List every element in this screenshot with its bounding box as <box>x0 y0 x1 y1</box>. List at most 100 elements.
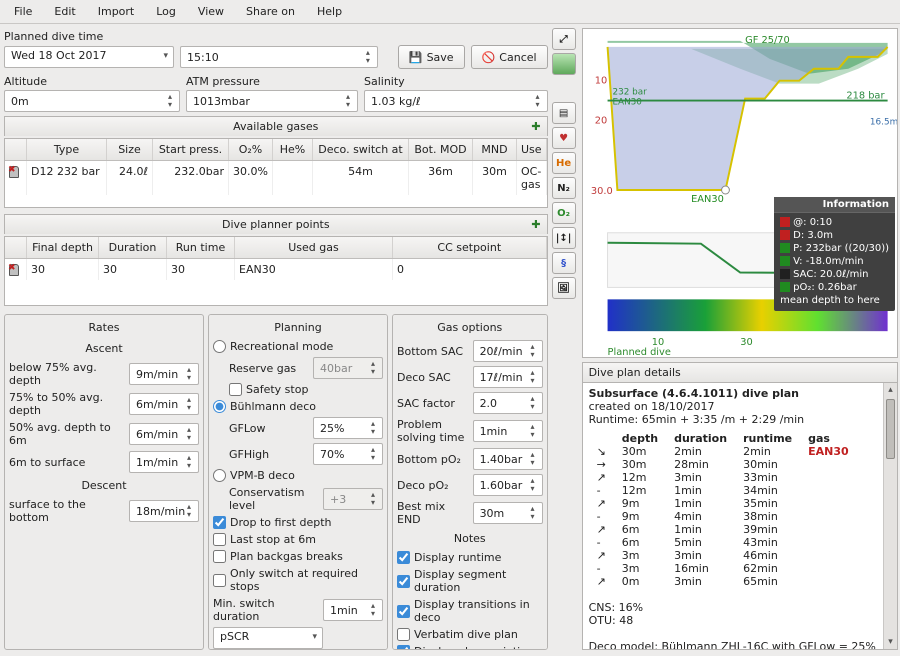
toggle-tissue-icon[interactable] <box>552 53 576 75</box>
pt-col-depth[interactable]: Final depth <box>27 237 99 258</box>
toggle-zoom-icon[interactable]: ⤢ <box>552 28 576 50</box>
toggle-heartrate-icon[interactable]: ♥ <box>552 127 576 149</box>
ascent-rate-0[interactable]: 9m/min▴▾ <box>129 363 199 385</box>
ean30-label-left: EAN30 <box>612 97 642 107</box>
rate-row-label: 75% to 50% avg. depth <box>9 391 123 417</box>
gas-col-start[interactable]: Start press. <box>153 139 229 160</box>
buhlmann-radio[interactable]: Bühlmann deco <box>213 398 383 415</box>
ascent-rate-2[interactable]: 6m/min▴▾ <box>129 423 199 445</box>
salinity-label: Salinity <box>364 73 548 90</box>
menu-share-on[interactable]: Share on <box>236 2 305 21</box>
pt-col-gas[interactable]: Used gas <box>235 237 393 258</box>
gas-col-size[interactable]: Size <box>107 139 153 160</box>
conservatism-label: Conservatism level <box>229 486 317 512</box>
gas-col-use[interactable]: Use <box>517 139 547 160</box>
notes-display-runtime[interactable]: Display runtime <box>397 549 543 566</box>
toggle-he-icon[interactable]: He <box>552 152 576 174</box>
gas-col-botmod[interactable]: Bot. MOD <box>409 139 473 160</box>
notes-verbatim[interactable]: Verbatim dive plan <box>397 626 543 643</box>
notes-display-variations[interactable]: Display plan variations <box>397 643 543 650</box>
ascent-rate-3[interactable]: 1m/min▴▾ <box>129 451 199 473</box>
toggle-scale-icon[interactable]: § <box>552 252 576 274</box>
save-button[interactable]: 💾Save <box>398 45 465 69</box>
plan-runtime: Runtime: 65min + 3:35 /m + 2:29 /min <box>589 413 805 426</box>
toggle-ceiling-icon[interactable]: ▤ <box>552 102 576 124</box>
menu-edit[interactable]: Edit <box>44 2 85 21</box>
bottom-po2-input[interactable]: 1.40bar▴▾ <box>473 448 543 470</box>
pt-row[interactable]: 30 30 30 EAN30 0 <box>5 259 547 280</box>
conservatism-input: +3▴▾ <box>323 488 383 510</box>
gas-col-mnd[interactable]: MND <box>473 139 517 160</box>
drop-first-depth-checkbox[interactable]: Drop to first depth <box>213 514 383 531</box>
gas-col-del <box>5 139 27 160</box>
atm-pressure-input[interactable]: 1013mbar▴▾ <box>186 90 358 112</box>
problem-time-input[interactable]: 1min▴▾ <box>473 420 543 442</box>
pt-col-dur[interactable]: Duration <box>99 237 167 258</box>
only-switch-checkbox[interactable]: Only switch at required stops <box>213 565 383 595</box>
reserve-gas-input: 40bar▴▾ <box>313 357 383 379</box>
deco-po2-input[interactable]: 1.60bar▴▾ <box>473 474 543 496</box>
best-mix-end-input[interactable]: 30m▴▾ <box>473 502 543 524</box>
toggle-photos-icon[interactable]: 🖼 <box>552 277 576 299</box>
delete-point-icon[interactable] <box>9 264 19 276</box>
dive-plan-details-title: Dive plan details <box>582 362 898 383</box>
min-switch-input[interactable]: 1min▴▾ <box>323 599 383 621</box>
svg-text:30: 30 <box>740 337 753 348</box>
add-point-button[interactable]: ✚ <box>531 218 540 231</box>
menu-import[interactable]: Import <box>88 2 145 21</box>
dive-profile-chart[interactable]: 10 20 30.0 GF 25/70 232 bar EAN30 EAN30 … <box>582 28 898 358</box>
gas-options-panel: Gas options Bottom SAC20ℓ/min▴▾ Deco SAC… <box>392 314 548 650</box>
planner-points-title: Dive planner points ✚ <box>4 214 548 234</box>
toggle-n2-icon[interactable]: N₂ <box>552 177 576 199</box>
dive-plan-details-body: Subsurface (4.6.4.1011) dive plan create… <box>582 383 898 650</box>
plan-row: ↘30m2min2minEAN30 <box>589 445 857 458</box>
salinity-input[interactable]: 1.03 kg/ℓ▴▾ <box>364 90 548 112</box>
plan-otu: OTU: 48 <box>589 614 634 627</box>
notes-display-segment[interactable]: Display segment duration <box>397 566 543 596</box>
bar-232-label: 232 bar <box>612 88 647 98</box>
gfhigh-input[interactable]: 70%▴▾ <box>313 443 383 465</box>
altitude-input[interactable]: 0m▴▾ <box>4 90 180 112</box>
planning-title: Planning <box>213 319 383 338</box>
toggle-o2-icon[interactable]: O₂ <box>552 202 576 224</box>
last-stop-6m-checkbox[interactable]: Last stop at 6m <box>213 531 383 548</box>
toggle-ruler-icon[interactable]: |↕| <box>552 227 576 249</box>
pt-col-cc[interactable]: CC setpoint <box>393 237 547 258</box>
menu-view[interactable]: View <box>188 2 234 21</box>
menu-help[interactable]: Help <box>307 2 352 21</box>
delete-gas-icon[interactable] <box>9 166 19 178</box>
plan-row: ↗0m3min65min <box>589 575 857 588</box>
rate-row-label: 50% avg. depth to 6m <box>9 421 123 447</box>
recreational-mode-radio[interactable]: Recreational mode <box>213 338 383 355</box>
ascent-rate-1[interactable]: 6m/min▴▾ <box>129 393 199 415</box>
add-gas-button[interactable]: ✚ <box>531 120 540 133</box>
gas-col-he[interactable]: He% <box>273 139 313 160</box>
dive-time-input[interactable]: 15:10▴▾ <box>180 46 378 68</box>
pscr-select[interactable]: pSCR <box>213 627 323 649</box>
menu-file[interactable]: File <box>4 2 42 21</box>
notes-display-trans[interactable]: Display transitions in deco <box>397 596 543 626</box>
menu-log[interactable]: Log <box>146 2 186 21</box>
pt-col-run[interactable]: Run time <box>167 237 235 258</box>
gas-col-deco[interactable]: Deco. switch at <box>313 139 409 160</box>
ytick-20: 20 <box>594 115 607 126</box>
gasopt-label: Bottom pO₂ <box>397 453 467 466</box>
gas-col-type[interactable]: Type <box>27 139 107 160</box>
backgas-breaks-checkbox[interactable]: Plan backgas breaks <box>213 548 383 565</box>
gflow-input[interactable]: 25%▴▾ <box>313 417 383 439</box>
gasopt-label: Best mix END <box>397 500 467 526</box>
cancel-button[interactable]: 🚫Cancel <box>471 45 548 69</box>
planned-dive-label: Planned dive <box>607 347 670 357</box>
bottom-sac-input[interactable]: 20ℓ/min▴▾ <box>473 340 543 362</box>
dive-date-select[interactable]: Wed 18 Oct 2017 <box>4 46 174 68</box>
safety-stop-checkbox[interactable]: Safety stop <box>213 381 383 398</box>
gas-col-o2[interactable]: O₂% <box>229 139 273 160</box>
gas-row[interactable]: D12 232 bar 24.0ℓ 232.0bar 30.0% 54m 36m… <box>5 161 547 195</box>
bar-218-label: 218 bar <box>846 91 885 102</box>
deco-sac-input[interactable]: 17ℓ/min▴▾ <box>473 366 543 388</box>
vpm-radio[interactable]: VPM-B deco <box>213 467 383 484</box>
sac-factor-input[interactable]: 2.0▴▾ <box>473 392 543 414</box>
descent-rate[interactable]: 18m/min▴▾ <box>129 500 199 522</box>
plan-cns: CNS: 16% <box>589 601 644 614</box>
details-scrollbar[interactable]: ▴ ▾ <box>883 383 897 649</box>
